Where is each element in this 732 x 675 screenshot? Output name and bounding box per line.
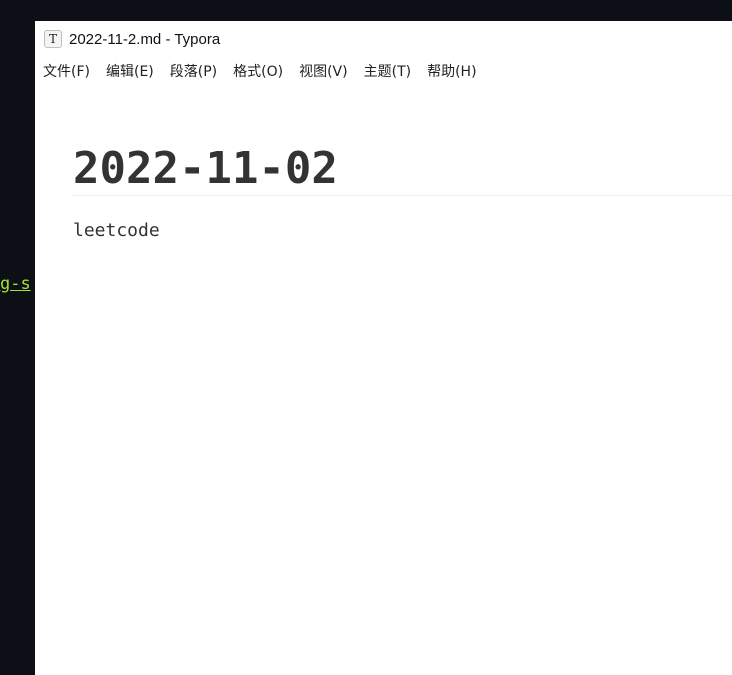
menu-format[interactable]: 格式(O)	[225, 61, 283, 83]
menu-file[interactable]: 文件(F)	[35, 61, 90, 83]
menu-help[interactable]: 帮助(H)	[419, 61, 476, 83]
menu-paragraph[interactable]: 段落(P)	[162, 61, 217, 83]
window-title: 2022-11-2.md - Typora	[69, 31, 221, 48]
menu-view[interactable]: 视图(V)	[291, 61, 348, 83]
document-paragraph[interactable]: leetcode	[73, 219, 160, 243]
typora-app-icon[interactable]: T	[44, 30, 62, 48]
document-heading[interactable]: 2022-11-02	[73, 141, 338, 197]
title-bar[interactable]: T 2022-11-2.md - Typora	[35, 21, 732, 59]
terminal-text-fragment: g-s	[0, 274, 31, 294]
heading-underline-divider	[73, 195, 732, 196]
menu-bar: 文件(F) 编辑(E) 段落(P) 格式(O) 视图(V) 主题(T) 帮助(H…	[35, 61, 485, 83]
typora-window: T 2022-11-2.md - Typora 文件(F) 编辑(E) 段落(P…	[35, 21, 732, 675]
menu-theme[interactable]: 主题(T)	[356, 61, 411, 83]
menu-edit[interactable]: 编辑(E)	[98, 61, 154, 83]
editor-area[interactable]: 2022-11-02 leetcode	[35, 91, 732, 675]
